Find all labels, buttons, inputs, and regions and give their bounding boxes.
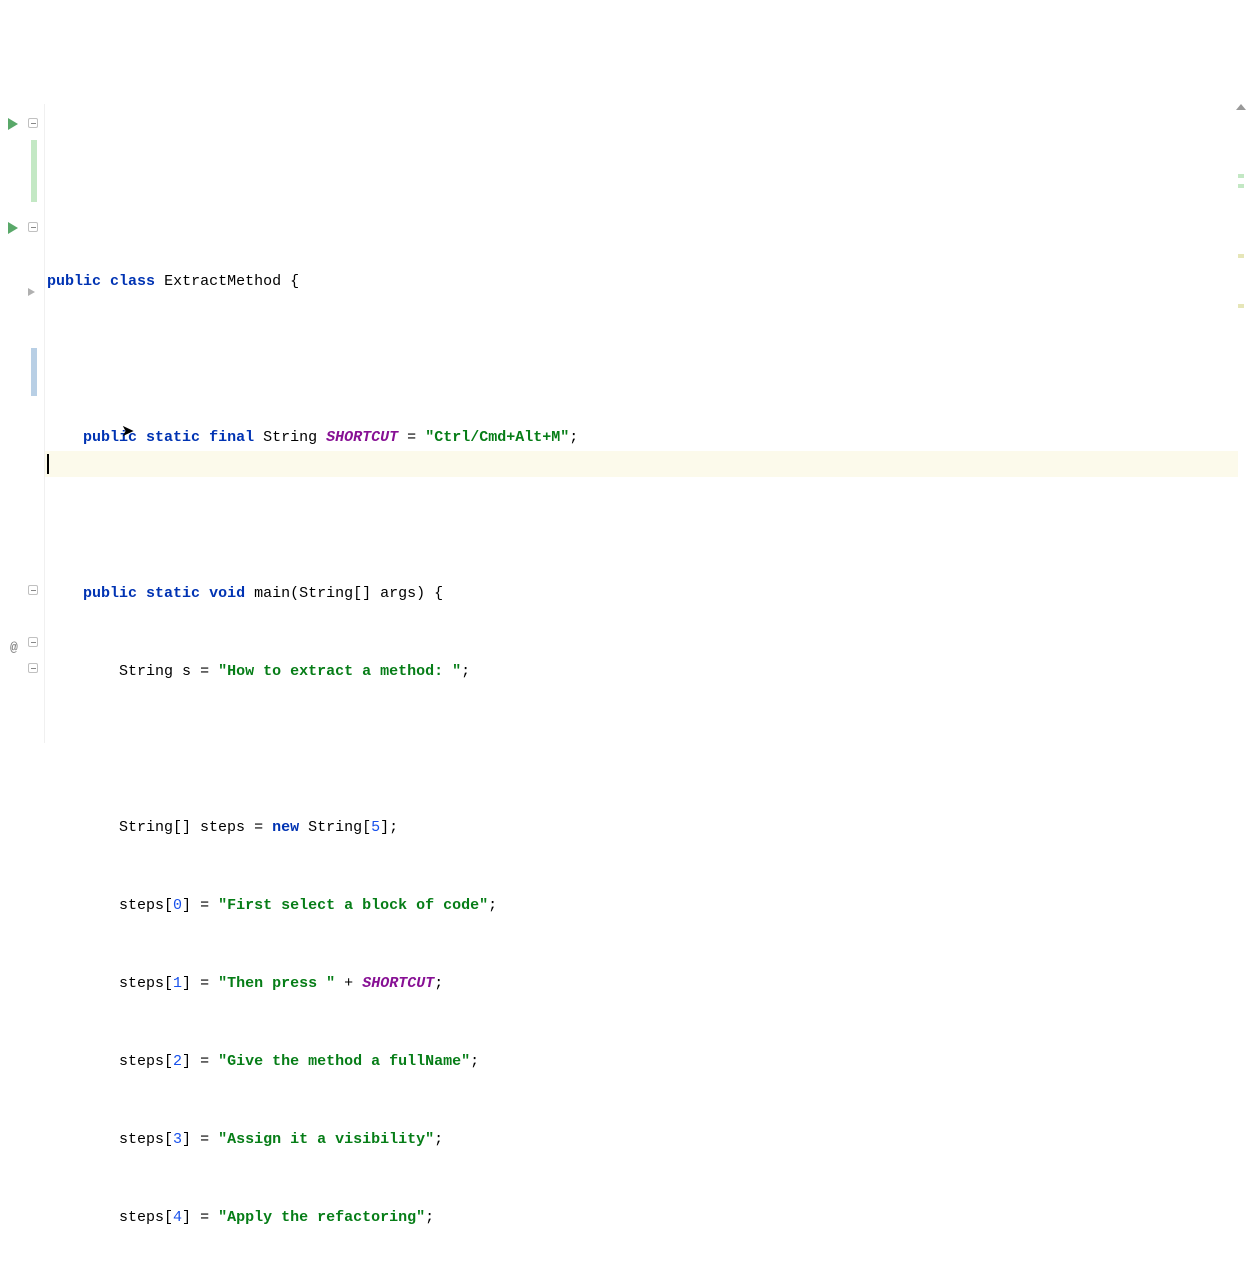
code-line[interactable]: String[] steps = new String[5];	[47, 815, 1248, 841]
error-stripe-marker[interactable]	[1238, 254, 1244, 258]
error-stripe-marker[interactable]	[1238, 174, 1244, 178]
run-main-icon[interactable]	[8, 222, 18, 234]
error-stripe-marker[interactable]	[1238, 184, 1244, 188]
gutter: @	[0, 104, 45, 743]
fold-toggle-icon[interactable]	[28, 118, 38, 128]
code-line[interactable]: steps[3] = "Assign it a visibility";	[47, 1127, 1248, 1153]
error-stripe-marker[interactable]	[1238, 304, 1244, 308]
code-editor[interactable]: @ ➤ public class ExtractMethod { public …	[0, 104, 1248, 743]
text-caret	[47, 454, 49, 474]
code-line[interactable]: public class ExtractMethod {	[47, 269, 1248, 295]
mouse-cursor-icon: ➤	[121, 419, 134, 445]
scroll-up-icon[interactable]	[1236, 104, 1246, 110]
code-line[interactable]: steps[4] = "Apply the refactoring";	[47, 1205, 1248, 1231]
fold-toggle-icon[interactable]	[28, 222, 38, 232]
code-line[interactable]: public static void main(String[] args) {	[47, 581, 1248, 607]
fold-end-icon[interactable]	[28, 585, 38, 595]
code-text-area[interactable]: ➤ public class ExtractMethod { public st…	[45, 104, 1248, 743]
run-class-icon[interactable]	[8, 118, 18, 130]
vcs-added-marker[interactable]	[31, 140, 37, 202]
code-line[interactable]: steps[2] = "Give the method a fullName";	[47, 1049, 1248, 1075]
code-line[interactable]: steps[0] = "First select a block of code…	[47, 893, 1248, 919]
code-line[interactable]: public static final String SHORTCUT = "C…	[47, 425, 1248, 451]
vcs-modified-marker[interactable]	[31, 348, 37, 396]
code-line[interactable]: String s = "How to extract a method: ";	[47, 659, 1248, 685]
fold-toggle-icon[interactable]	[28, 663, 38, 673]
code-line[interactable]: steps[1] = "Then press " + SHORTCUT;	[47, 971, 1248, 997]
fold-region-icon[interactable]	[28, 288, 35, 296]
current-line-highlight	[45, 451, 1238, 477]
code-line[interactable]	[47, 503, 1248, 529]
code-line[interactable]	[47, 347, 1248, 373]
scrollbar[interactable]	[1234, 104, 1248, 743]
code-line[interactable]	[47, 737, 1248, 763]
